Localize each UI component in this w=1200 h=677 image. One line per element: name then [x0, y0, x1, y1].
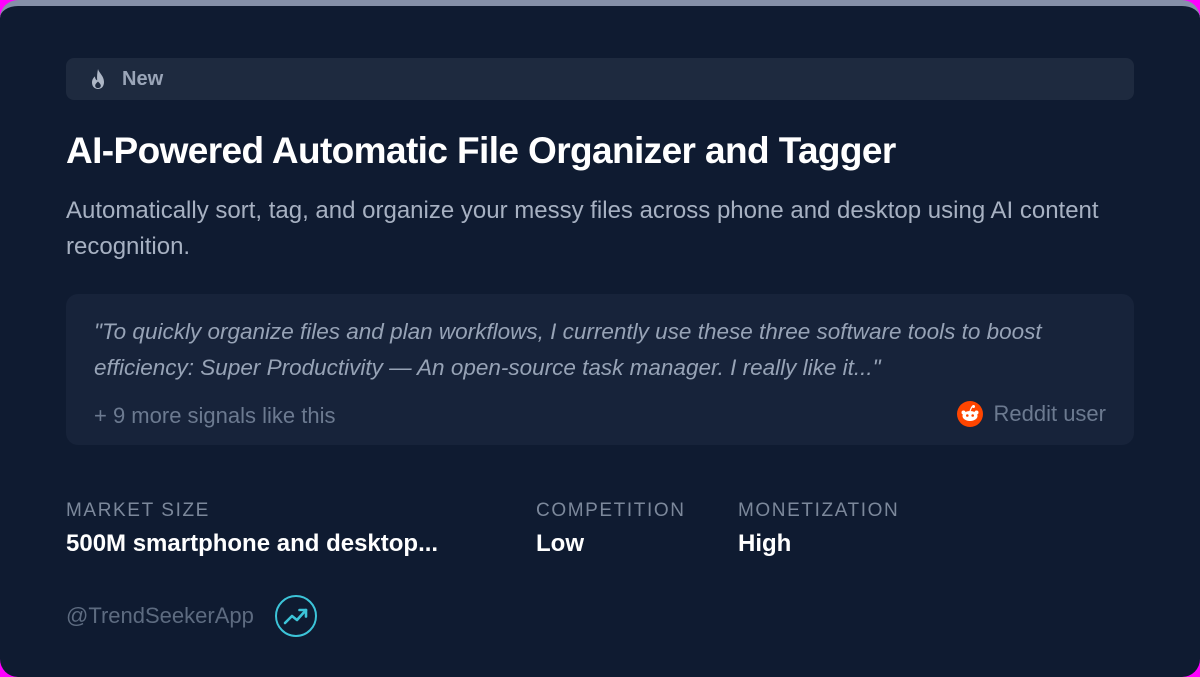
metric-market-size: MARKET SIZE 500M smartphone and desktop.… — [66, 500, 506, 558]
footer: @TrendSeekerApp — [66, 594, 318, 638]
metric-label: COMPETITION — [536, 500, 686, 521]
metric-value: 500M smartphone and desktop... — [66, 530, 439, 557]
metric-competition: COMPETITION Low — [536, 500, 686, 558]
idea-title: AI-Powered Automatic File Organizer and … — [66, 130, 896, 171]
metric-label: MARKET SIZE — [66, 500, 210, 521]
badge-label: New — [122, 67, 164, 90]
metric-value: High — [738, 530, 792, 557]
idea-description: Automatically sort, tag, and organize yo… — [66, 197, 1099, 260]
flame-icon — [92, 69, 104, 89]
brand-handle[interactable]: @TrendSeekerApp — [66, 603, 254, 629]
trending-up-icon — [274, 595, 317, 637]
idea-card: New AI-Powered Automatic File Organizer … — [0, 0, 1200, 677]
signal-source: Reddit user — [957, 401, 1106, 427]
metric-value: Low — [536, 530, 584, 557]
source-label: Reddit user — [993, 401, 1106, 426]
signal-box: "To quickly organize files and plan work… — [66, 294, 1134, 445]
metric-label: MONETIZATION — [738, 500, 900, 521]
status-badge: New — [66, 58, 1134, 100]
signal-quote: "To quickly organize files and plan work… — [94, 319, 1042, 380]
more-signals-link[interactable]: + 9 more signals like this — [94, 403, 336, 429]
reddit-icon — [957, 401, 984, 427]
metric-monetization: MONETIZATION High — [738, 500, 899, 558]
